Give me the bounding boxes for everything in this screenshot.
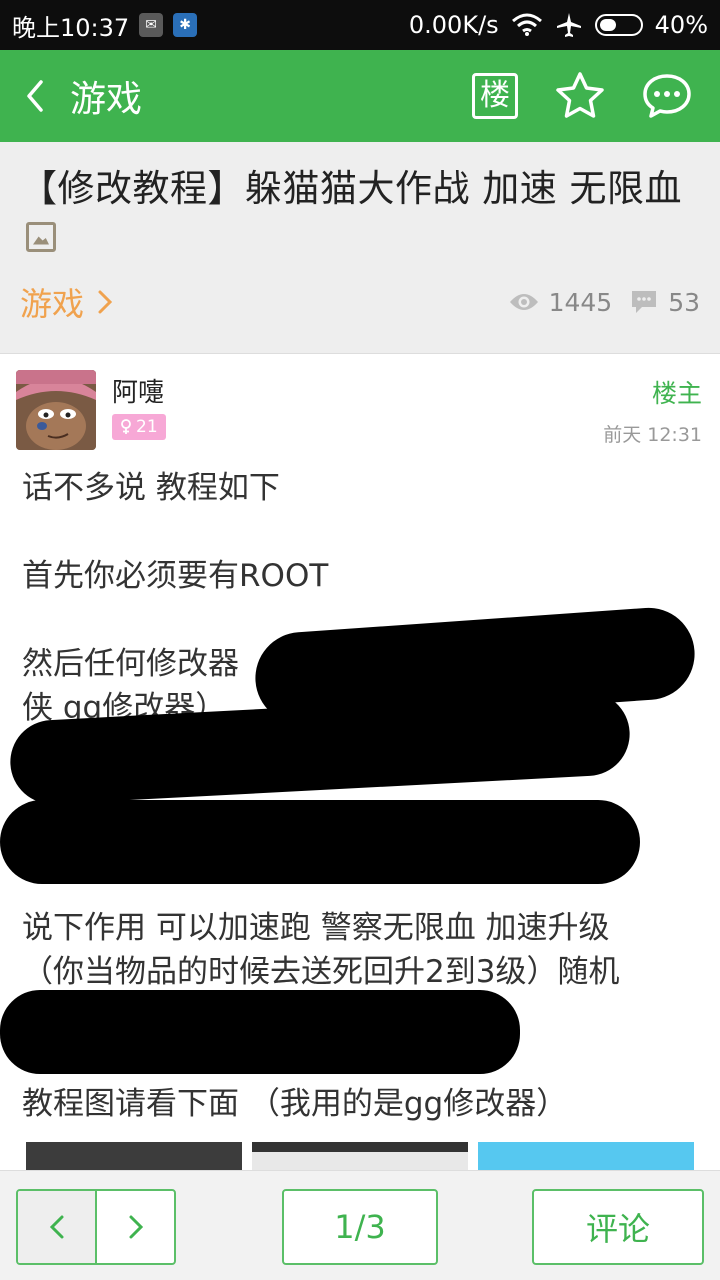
airplane-mode-icon <box>556 13 581 37</box>
avatar[interactable] <box>16 370 96 450</box>
post-line: （你当物品的时候去送死回升2到3级）随机 <box>22 954 620 990</box>
thumbnail-caption: http://gameguardian.net/download <box>286 1143 444 1153</box>
thumbnail-image[interactable]: http://gameguardian.net/download <box>252 1142 468 1170</box>
chevron-left-icon <box>49 1215 63 1239</box>
floor-button[interactable]: 楼 <box>472 73 518 119</box>
view-count: 1445 <box>548 287 613 317</box>
app-notification-icon: ✉ <box>139 13 164 37</box>
thread-header: 【修改教程】躲猫猫大作战 加速 无限血 游戏 1445 53 <box>0 142 720 354</box>
redaction-mark <box>0 990 520 1074</box>
level-badge: 21 <box>112 414 166 440</box>
back-arrow-icon <box>27 80 43 112</box>
chat-bubble-icon[interactable] <box>642 73 692 119</box>
thumbnail-image[interactable] <box>26 1142 242 1170</box>
female-icon <box>121 419 131 434</box>
avatar-image <box>16 370 96 450</box>
level-number: 21 <box>136 417 158 437</box>
page-indicator[interactable]: 1/3 <box>282 1189 438 1265</box>
op-label: 楼主 <box>651 379 702 408</box>
screenshot-thumbnails: http://gameguardian.net/download <box>26 1142 696 1170</box>
category-link[interactable]: 游戏 <box>20 279 114 325</box>
battery-percent: 40% <box>654 11 708 39</box>
eye-icon <box>509 294 538 310</box>
post-time: 前天 12:31 <box>603 424 702 446</box>
redaction-mark <box>0 800 640 884</box>
post-line: 说下作用 可以加速跑 警察无限血 加速升级 <box>22 910 610 946</box>
comment-button[interactable]: 评论 <box>532 1189 704 1265</box>
thumbnail-image[interactable] <box>478 1142 694 1170</box>
status-time: 晚上10:37 <box>12 13 130 42</box>
status-bar: 晚上10:37 ✉ ✱ 0.00K/s 40% <box>0 0 720 50</box>
page-title: 游戏 <box>70 79 143 120</box>
network-speed: 0.00K/s <box>408 11 499 39</box>
category-label: 游戏 <box>20 285 85 323</box>
post-line: 话不多说 教程如下 <box>22 470 280 506</box>
username[interactable]: 阿嚏 <box>112 372 164 409</box>
pager <box>16 1189 176 1265</box>
next-page-button[interactable] <box>97 1191 174 1263</box>
comment-count: 53 <box>668 287 700 317</box>
thread-title: 【修改教程】躲猫猫大作战 加速 无限血 <box>20 167 683 210</box>
chevron-right-icon <box>98 290 113 314</box>
comment-icon <box>632 291 657 313</box>
bottom-bar: 1/3 评论 <box>0 1170 720 1280</box>
prev-page-button[interactable] <box>18 1191 97 1263</box>
app-bar: 游戏 楼 <box>0 50 720 142</box>
star-icon[interactable] <box>554 71 606 121</box>
post-line: 教程图请看下面 （我用的是gg修改器） <box>22 1086 568 1122</box>
back-button[interactable] <box>0 50 70 142</box>
bluetooth-icon: ✱ <box>173 13 198 37</box>
post-line: 首先你必须要有ROOT <box>22 558 329 594</box>
thread-stats: 1445 53 <box>509 288 700 317</box>
chevron-right-icon <box>129 1215 143 1239</box>
image-attachment-icon <box>26 221 56 252</box>
post: 阿嚏 21 楼主 前天 12:31 话不多说 教程如下 首先你必须要有ROOT … <box>0 354 720 1170</box>
wifi-icon <box>511 13 542 36</box>
battery-icon <box>594 14 643 36</box>
